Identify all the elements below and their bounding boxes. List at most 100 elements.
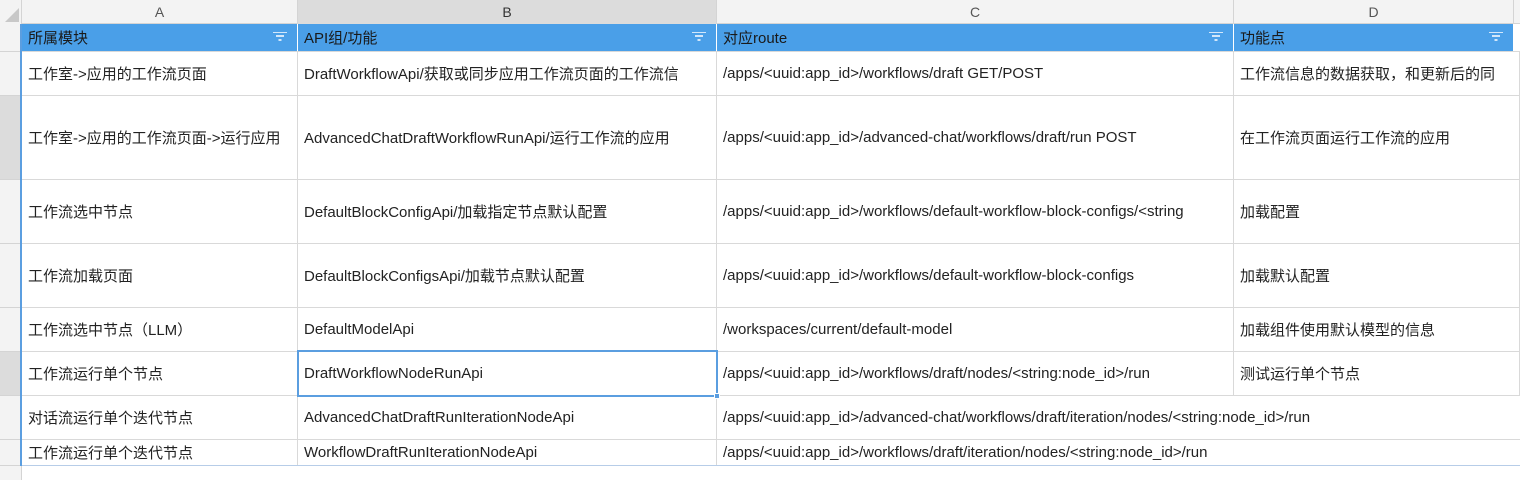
cell-feature[interactable]: 测试运行单个节点 [1234, 352, 1520, 395]
cell-text: /apps/<uuid:app_id>/workflows/draft/iter… [723, 444, 1208, 461]
table-row: 对话流运行单个迭代节点 AdvancedChatDraftRunIteratio… [22, 396, 1520, 440]
cell-feature[interactable]: 在工作流页面运行工作流的应用 [1234, 96, 1520, 179]
header-cell-feature[interactable]: 功能点 [1234, 24, 1514, 51]
cell-text: 工作流选中节点（LLM） [28, 322, 193, 339]
cell-text: DraftWorkflowApi/获取或同步应用工作流页面的工作流信 [304, 66, 679, 83]
table-row: 工作流加载页面 DefaultBlockConfigsApi/加载节点默认配置 … [22, 244, 1520, 308]
fill-handle[interactable] [714, 393, 720, 399]
header-label: 对应route [723, 30, 788, 47]
cell-text: AdvancedChatDraftWorkflowRunApi/运行工作流的应用 [304, 130, 670, 147]
cell-feature[interactable]: 工作流信息的数据获取，和更新后的同 [1234, 52, 1520, 95]
cell-route[interactable]: /apps/<uuid:app_id>/advanced-chat/workfl… [717, 396, 1520, 439]
row-header[interactable] [0, 24, 22, 52]
header-cell-route[interactable]: 对应route [717, 24, 1234, 51]
cell-text: 工作流选中节点 [28, 204, 134, 221]
table-header-row: 所属模块 API组/功能 对应route 功能点 [22, 24, 1520, 52]
cell-text: /apps/<uuid:app_id>/workflows/draft/node… [723, 365, 1150, 382]
cell-route[interactable]: /apps/<uuid:app_id>/workflows/default-wo… [717, 180, 1234, 243]
cell-api[interactable]: DefaultModelApi [298, 308, 717, 351]
cell-api[interactable]: WorkflowDraftRunIterationNodeApi [298, 440, 717, 465]
column-header-c[interactable]: C [717, 0, 1234, 24]
cell-text: DefaultBlockConfigsApi/加载节点默认配置 [304, 268, 585, 285]
filter-icon[interactable] [273, 32, 287, 42]
cell-route[interactable]: /apps/<uuid:app_id>/workflows/draft/node… [717, 352, 1234, 395]
filter-icon[interactable] [1489, 32, 1503, 42]
row-header[interactable] [0, 440, 22, 466]
row-header[interactable] [0, 352, 22, 396]
cell-text: /workspaces/current/default-model [723, 321, 953, 338]
cell-text: 工作流运行单个迭代节点 [28, 445, 194, 462]
cell-route[interactable]: /apps/<uuid:app_id>/workflows/draft/iter… [717, 440, 1520, 465]
cell-text: 工作室->应用的工作流页面->运行应用 [28, 130, 281, 147]
cell-text: 工作室->应用的工作流页面 [28, 66, 207, 83]
cell-text: /apps/<uuid:app_id>/advanced-chat/workfl… [723, 409, 1311, 426]
column-header-bar: A B C D [0, 0, 1520, 24]
row-header[interactable] [0, 180, 22, 244]
cell-feature[interactable]: 加载配置 [1234, 180, 1520, 243]
cell-api[interactable]: DefaultBlockConfigApi/加载指定节点默认配置 [298, 180, 717, 243]
cell-text: /apps/<uuid:app_id>/advanced-chat/workfl… [723, 129, 1137, 146]
cell-text: 对话流运行单个迭代节点 [28, 410, 194, 427]
cell-route[interactable]: /apps/<uuid:app_id>/workflows/default-wo… [717, 244, 1234, 307]
table-row: 工作流运行单个节点 DraftWorkflowNodeRunApi /apps/… [22, 352, 1520, 396]
filter-icon[interactable] [1209, 32, 1223, 42]
cell-module[interactable]: 工作流运行单个迭代节点 [22, 440, 298, 465]
cell-module[interactable]: 工作室->应用的工作流页面 [22, 52, 298, 95]
header-label: 所属模块 [28, 30, 89, 47]
column-header-d[interactable]: D [1234, 0, 1514, 24]
cell-module[interactable]: 工作流选中节点（LLM） [22, 308, 298, 351]
cell-module[interactable]: 工作流选中节点 [22, 180, 298, 243]
header-cell-api[interactable]: API组/功能 [298, 24, 717, 51]
table-row: 工作流选中节点 DefaultBlockConfigApi/加载指定节点默认配置… [22, 180, 1520, 244]
range-edge-marker [20, 24, 22, 180]
cell-module[interactable]: 工作流运行单个节点 [22, 352, 298, 395]
cell-api[interactable]: AdvancedChatDraftWorkflowRunApi/运行工作流的应用 [298, 96, 717, 179]
row-header-bar [0, 24, 22, 480]
cell-text: 加载默认配置 [1240, 268, 1331, 285]
cell-text: 工作流信息的数据获取，和更新后的同 [1240, 66, 1496, 83]
table-row: 工作室->应用的工作流页面->运行应用 AdvancedChatDraftWor… [22, 96, 1520, 180]
cell-text: /apps/<uuid:app_id>/workflows/default-wo… [723, 267, 1135, 284]
cell-text: 加载组件使用默认模型的信息 [1240, 322, 1436, 339]
cell-text: WorkflowDraftRunIterationNodeApi [304, 444, 538, 461]
cell-text: /apps/<uuid:app_id>/workflows/default-wo… [723, 203, 1184, 220]
cell-text: 在工作流页面运行工作流的应用 [1240, 130, 1451, 147]
cell-text: 测试运行单个节点 [1240, 366, 1361, 383]
cell-route[interactable]: /apps/<uuid:app_id>/advanced-chat/workfl… [717, 96, 1234, 179]
row-header[interactable] [0, 396, 22, 440]
cell-api[interactable]: DraftWorkflowApi/获取或同步应用工作流页面的工作流信 [298, 52, 717, 95]
cell-text: /apps/<uuid:app_id>/workflows/draft GET/… [723, 65, 1044, 82]
cell-api[interactable]: DefaultBlockConfigsApi/加载节点默认配置 [298, 244, 717, 307]
header-label: API组/功能 [304, 30, 378, 47]
column-header-b[interactable]: B [298, 0, 717, 24]
cell-text: DefaultModelApi [304, 321, 415, 338]
spreadsheet: A B C D 所属模块 API组/功能 对应route 功能点 工作室->应用… [0, 0, 1520, 480]
cell-api[interactable]: AdvancedChatDraftRunIterationNodeApi [298, 396, 717, 439]
cell-text: DefaultBlockConfigApi/加载指定节点默认配置 [304, 204, 608, 221]
row-header[interactable] [0, 52, 22, 96]
cell-module[interactable]: 工作流加载页面 [22, 244, 298, 307]
cell-module[interactable]: 对话流运行单个迭代节点 [22, 396, 298, 439]
cell-route[interactable]: /workspaces/current/default-model [717, 308, 1234, 351]
header-cell-module[interactable]: 所属模块 [22, 24, 298, 51]
cell-feature[interactable]: 加载组件使用默认模型的信息 [1234, 308, 1520, 351]
column-header-a[interactable]: A [22, 0, 298, 24]
cell-route[interactable]: /apps/<uuid:app_id>/workflows/draft GET/… [717, 52, 1234, 95]
cell-text: 工作流运行单个节点 [28, 366, 164, 383]
filter-icon[interactable] [692, 32, 706, 42]
row-header[interactable] [0, 308, 22, 352]
cell-text: 加载配置 [1240, 204, 1301, 221]
cell-module[interactable]: 工作室->应用的工作流页面->运行应用 [22, 96, 298, 179]
table-row: 工作流运行单个迭代节点 WorkflowDraftRunIterationNod… [22, 440, 1520, 466]
active-cell-selection[interactable] [297, 350, 720, 399]
table-row: 工作室->应用的工作流页面 DraftWorkflowApi/获取或同步应用工作… [22, 52, 1520, 96]
range-edge-marker [20, 180, 22, 466]
cell-text: 工作流加载页面 [28, 268, 134, 285]
cell-feature[interactable]: 加载默认配置 [1234, 244, 1520, 307]
table-row: 工作流选中节点（LLM） DefaultModelApi /workspaces… [22, 308, 1520, 352]
row-header[interactable] [0, 244, 22, 308]
row-header[interactable] [0, 96, 22, 180]
header-label: 功能点 [1240, 30, 1286, 47]
select-all-corner[interactable] [0, 0, 22, 24]
cell-text: AdvancedChatDraftRunIterationNodeApi [304, 409, 575, 426]
